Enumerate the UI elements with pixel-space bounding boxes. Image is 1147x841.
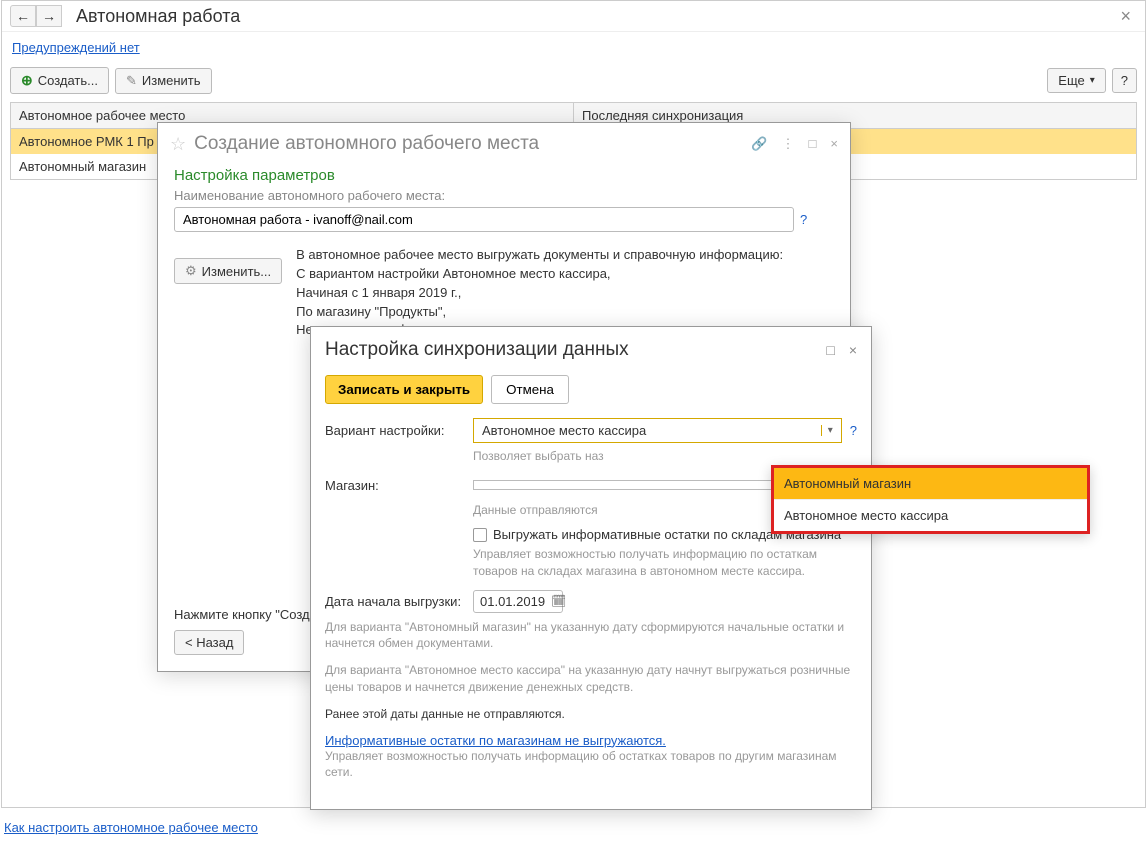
checkbox-desc: Управляет возможностью получать информац… [473,546,857,580]
warnings-link[interactable]: Предупреждений нет [2,32,150,63]
plus-icon: ⊕ [21,72,33,89]
dialog1-title: Создание автономного рабочего места [194,133,751,155]
menu-icon[interactable]: ⋮ [782,136,795,152]
toolbar: ⊕ Создать... ✎ Изменить Еще ▾ ? [2,63,1145,98]
variant-dropdown: Автономный магазин Автономное место касс… [771,465,1090,534]
help-button[interactable]: ? [1112,68,1137,93]
dialog2-title: Настройка синхронизации данных [325,339,826,361]
desc-line: В автономное рабочее место выгружать док… [296,246,783,265]
variant-hint: Позволяет выбрать наз [473,449,857,463]
star-icon[interactable]: ☆ [170,134,186,155]
save-close-button[interactable]: Записать и закрыть [325,375,483,404]
shop-label: Магазин: [325,478,465,493]
edit-label: Изменить [142,73,201,88]
dialog2-titlebar: Настройка синхронизации данных □ × [311,327,871,369]
create-button[interactable]: ⊕ Создать... [10,67,109,94]
dropdown-option[interactable]: Автономное место кассира [774,499,1087,531]
dialog1-titlebar: ☆ Создание автономного рабочего места 🔗 … [158,123,850,161]
date-desc: Ранее этой даты данные не отправляются. [325,706,857,723]
main-title: Автономная работа [76,6,240,27]
variant-label: Вариант настройки: [325,423,465,438]
stock-link[interactable]: Информативные остатки по магазинам не вы… [325,733,666,748]
maximize-icon[interactable]: □ [826,342,834,358]
export-stock-checkbox[interactable] [473,528,487,542]
more-button[interactable]: Еще ▾ [1047,68,1105,93]
calendar-icon[interactable]: 🗓 [551,594,566,608]
footer-hint: Нажмите кнопку "Созда [174,607,317,622]
settings-icon: ⚙ [185,263,197,279]
name-input[interactable] [174,207,794,232]
desc-line: По магазину "Продукты", [296,303,783,322]
pencil-icon: ✎ [126,73,137,89]
help-icon[interactable]: ? [850,423,857,438]
section-title: Настройка параметров [174,167,834,184]
change-button[interactable]: ⚙ Изменить... [174,258,282,284]
date-desc: Для варианта "Автономный магазин" на ука… [325,619,857,653]
close-icon[interactable]: × [849,342,857,358]
main-titlebar: ← → Автономная работа × [2,1,1145,32]
nav-forward-button[interactable]: → [36,5,62,27]
link-icon[interactable]: 🔗 [751,136,767,152]
more-label: Еще [1058,73,1084,88]
desc-line: Начиная с 1 января 2019 г., [296,284,783,303]
date-input[interactable]: 01.01.2019 🗓 [473,590,563,613]
chevron-down-icon[interactable]: ▾ [821,425,833,436]
chevron-down-icon: ▾ [1090,75,1095,86]
name-label: Наименование автономного рабочего места: [174,188,834,203]
close-icon[interactable]: × [1114,6,1137,27]
sync-settings-dialog: Настройка синхронизации данных □ × Запис… [310,326,872,810]
desc-line: С вариантом настройки Автономное место к… [296,265,783,284]
create-label: Создать... [38,73,98,88]
back-button[interactable]: < Назад [174,630,244,655]
edit-button[interactable]: ✎ Изменить [115,68,212,94]
maximize-icon[interactable]: □ [809,136,817,152]
dropdown-option[interactable]: Автономный магазин [774,468,1087,499]
how-to-link[interactable]: Как настроить автономное рабочее место [2,814,260,841]
date-label: Дата начала выгрузки: [325,594,465,609]
help-icon[interactable]: ? [800,212,807,227]
link-desc: Управляет возможностью получать информац… [325,748,857,782]
cancel-button[interactable]: Отмена [491,375,569,404]
variant-select[interactable]: Автономное место кассира ▾ [473,418,842,443]
date-desc: Для варианта "Автономное место кассира" … [325,662,857,696]
close-icon[interactable]: × [830,136,838,152]
nav-back-button[interactable]: ← [10,5,36,27]
shop-select[interactable] [473,480,809,490]
